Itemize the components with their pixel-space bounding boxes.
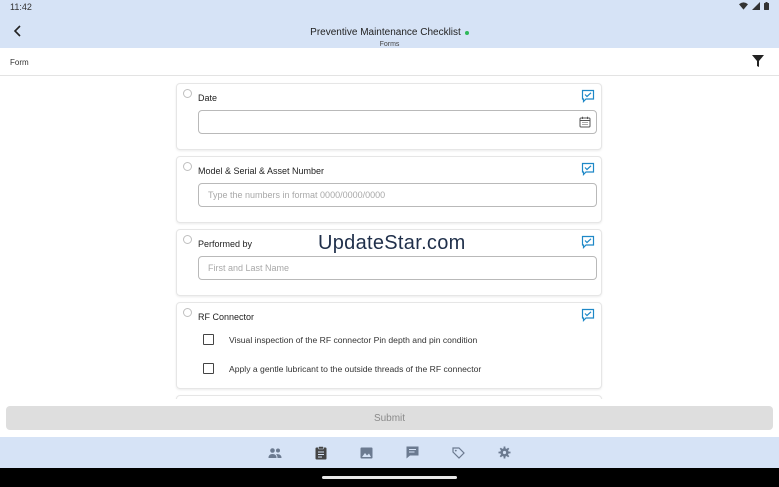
question-label-performed-by: Performed by (198, 239, 253, 249)
signal-icon (752, 2, 760, 10)
nav-settings[interactable] (497, 445, 513, 461)
system-nav-bar (0, 468, 779, 487)
nav-tags[interactable] (451, 445, 467, 461)
question-label-date: Date (198, 93, 218, 103)
form-label: Form (10, 58, 29, 67)
question-card-date: Date (176, 83, 602, 150)
filter-button[interactable] (751, 54, 767, 70)
form-header-bar: Form (0, 48, 779, 76)
clipboard-icon (315, 445, 326, 459)
question-radio[interactable] (183, 162, 192, 171)
question-radio[interactable] (183, 308, 192, 317)
date-field[interactable] (198, 110, 597, 134)
watermark: UpdateStar.com (318, 232, 466, 254)
status-bar: 11:42 (0, 0, 779, 14)
online-status-dot (464, 30, 469, 35)
question-radio[interactable] (183, 235, 192, 244)
model-serial-asset-input[interactable] (198, 183, 597, 207)
checklist-item-label: Apply a gentle lubricant to the outside … (229, 363, 482, 374)
comment-check-icon[interactable] (581, 162, 595, 176)
wifi-icon (739, 2, 748, 10)
battery-icon (764, 2, 769, 10)
checklist-item[interactable]: Apply a gentle lubricant to the outside … (203, 363, 481, 374)
image-icon (360, 447, 373, 458)
page-subtitle: Forms (379, 41, 400, 48)
home-gesture-bar[interactable] (322, 476, 457, 479)
question-card-next (176, 395, 602, 399)
checklist-item-label: Visual inspection of the RF connector Pi… (229, 334, 478, 345)
app-title-block: Preventive Maintenance Checklist Forms (0, 22, 779, 48)
chat-icon (406, 446, 419, 459)
question-label-rf-connector: RF Connector (198, 312, 255, 322)
checkbox[interactable] (203, 363, 214, 374)
nav-people[interactable] (267, 445, 283, 461)
settings-icon (498, 446, 511, 459)
question-card-rf-connector: RF Connector Visual inspection of the RF… (176, 302, 602, 389)
question-label-model: Model & Serial & Asset Number (198, 166, 325, 176)
status-icons (739, 2, 769, 10)
tag-icon (451, 446, 465, 459)
comment-check-icon[interactable] (581, 235, 595, 249)
filter-icon (752, 55, 764, 67)
question-card-model: Model & Serial & Asset Number (176, 156, 602, 223)
people-icon (268, 447, 281, 458)
status-time: 11:42 (10, 2, 32, 12)
submit-button[interactable]: Submit (6, 406, 773, 430)
app-bar: Preventive Maintenance Checklist Forms (0, 14, 779, 48)
question-radio[interactable] (183, 89, 192, 98)
performed-by-input[interactable] (198, 256, 597, 280)
checkbox[interactable] (203, 334, 214, 345)
nav-images[interactable] (359, 445, 375, 461)
comment-check-icon[interactable] (581, 89, 595, 103)
page-title-row: Preventive Maintenance Checklist (310, 27, 469, 38)
nav-forms[interactable] (313, 445, 329, 461)
calendar-icon[interactable] (579, 116, 591, 128)
page-title: Preventive Maintenance Checklist (310, 27, 461, 38)
nav-messages[interactable] (405, 445, 421, 461)
comment-check-icon[interactable] (581, 308, 595, 322)
checklist-item[interactable]: Visual inspection of the RF connector Pi… (203, 334, 477, 345)
bottom-nav (0, 437, 779, 468)
